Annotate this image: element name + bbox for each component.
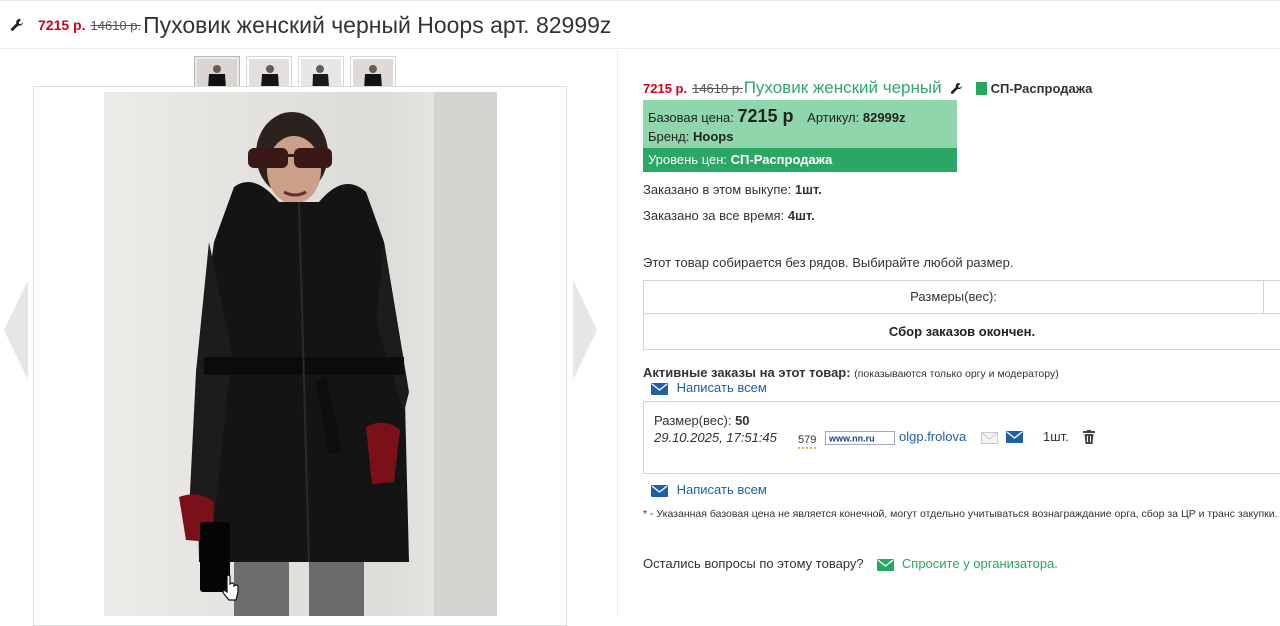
ordered-total-value: 4шт. [787,208,815,223]
cursor-icon [222,574,240,607]
order-datetime: 29.10.2025, 17:51:45 [654,430,777,445]
order-size-value: 50 [735,413,750,428]
write-all-bottom[interactable]: Написать всем [651,482,767,497]
column-divider [617,50,618,616]
base-price-value: 7215 р [737,106,794,126]
write-all-link-bottom[interactable]: Написать всем [677,482,767,497]
level-value: СП-Распродажа [730,152,833,167]
ask-organizer-link[interactable]: Спросите у организатора. [902,556,1058,571]
site-logo: www.nn.ru [825,429,895,447]
price-info-box: Базовая цена: 7215 р Артикул: 82999z Бре… [643,100,957,148]
top-border [0,0,1280,1]
active-orders-title: Активные заказы на этот товар: [643,365,851,380]
ordered-current-label: Заказано в этом выкупе: [643,182,792,197]
write-all-link[interactable]: Написать всем [677,380,767,395]
header-price: 7215 р. [38,17,86,33]
write-all-top[interactable]: Написать всем [651,380,767,395]
envelope-icon [651,484,668,497]
order-badge[interactable]: 579 [798,430,817,449]
page-title-row: 7215 р. 14610 р. Пуховик женский черный … [10,10,611,40]
sizes-table: Размеры(вес): Сбор заказов окончен. [643,280,1280,350]
sizes-header: Размеры(вес): [910,289,997,304]
wrench-icon[interactable] [950,82,963,95]
wrench-icon[interactable] [10,18,24,32]
product-name-link[interactable]: Пуховик женский черный [744,78,942,98]
price-level-box: Уровень цен: СП-Распродажа [643,148,957,172]
mail-icon[interactable] [981,431,998,449]
order-item: Размер(вес): 50 29.10.2025, 17:51:45 579… [643,401,1280,474]
page-title: Пуховик женский черный Hoops арт. 82999z [143,11,612,38]
question-row: Остались вопросы по этому товару? Спроси… [643,556,1058,571]
ordered-total: Заказано за все время: 4шт. [643,208,815,223]
sizes-header-row: Размеры(вес): [644,281,1280,314]
price-footnote: * - Указанная базовая цена не является к… [643,508,1278,520]
ordered-total-label: Заказано за все время: [643,208,785,223]
question-text: Остались вопросы по этому товару? [643,556,864,571]
header-old-price: 14610 р. [90,17,142,33]
envelope-icon [651,382,668,395]
sale-tag: СП-Распродажа [990,80,1093,96]
header-divider [0,48,1280,49]
article-label: Артикул: [807,110,860,125]
order-size: Размер(вес): 50 [654,413,750,428]
active-orders-heading: Активные заказы на этот товар: (показыва… [643,365,1059,380]
order-user-link[interactable]: olgp.frolova [899,429,966,444]
ordered-current: Заказано в этом выкупе: 1шт. [643,182,822,197]
rows-note: Этот товар собирается без рядов. Выбирай… [643,255,1014,270]
sale-square-icon [975,81,987,95]
sizes-status: Сбор заказов окончен. [888,324,1036,339]
product-title-row: 7215 р. 14610 р. Пуховик женский черный … [643,78,1092,98]
level-label: Уровень цен: [648,152,728,167]
user-rating-badge[interactable]: 579 [798,434,817,449]
order-qty: 1шт. [1043,429,1069,444]
order-user[interactable]: olgp.frolova [899,428,966,446]
product-price: 7215 р. [643,80,688,96]
product-photo[interactable] [104,92,497,616]
ordered-current-value: 1шт. [794,182,822,197]
trash-icon[interactable] [1083,430,1095,449]
envelope-green-icon[interactable] [877,558,895,571]
product-old-price: 14610 р. [692,80,743,96]
base-price-label: Базовая цена: [648,110,734,125]
prev-arrow-icon[interactable] [4,280,30,380]
brand-value: Hoops [693,129,734,144]
order-size-label: Размер(вес): [654,413,732,428]
article-value: 82999z [862,110,906,125]
next-arrow-icon[interactable] [571,280,597,380]
brand-label: Бренд: [648,129,690,144]
site-logo-text: www.nn.ru [828,433,875,443]
sizes-header-extra [1263,281,1280,313]
envelope-icon[interactable] [1006,430,1023,448]
active-orders-hint: (показываются только оргу и модератору) [854,368,1059,380]
